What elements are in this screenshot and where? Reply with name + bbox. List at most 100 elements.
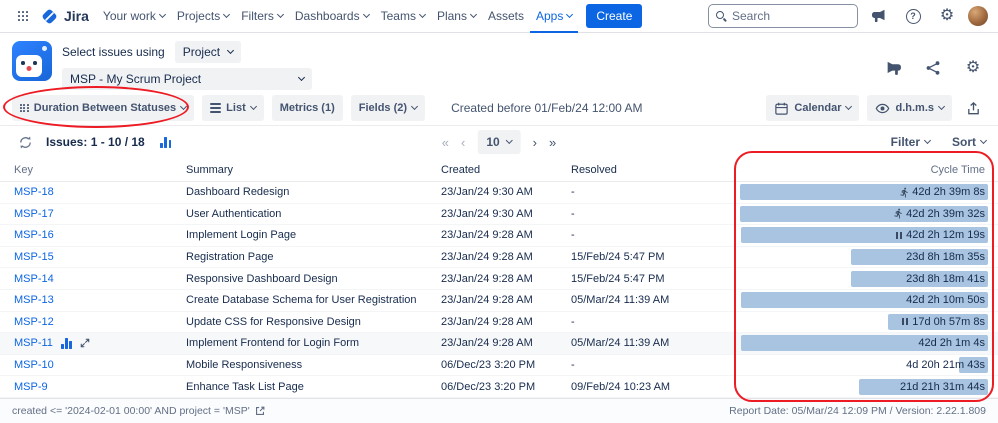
paused-status-icon (902, 318, 909, 326)
nav-item-label: Apps (535, 9, 564, 23)
nav-item-apps[interactable]: Apps (530, 0, 578, 33)
time-format-button[interactable]: d.h.m.s (867, 95, 952, 121)
project-dropdown[interactable]: MSP - My Scrum Project (62, 68, 312, 90)
issue-key-link[interactable]: MSP-11 (14, 337, 53, 349)
fields-button[interactable]: Fields (2) (350, 95, 426, 121)
issue-summary[interactable]: Enhance Task List Page (186, 381, 441, 393)
prev-page-button[interactable]: ‹ (461, 136, 465, 149)
column-header-resolved[interactable]: Resolved (571, 164, 723, 176)
list-icon (210, 102, 222, 114)
table-row[interactable]: MSP-18 Dashboard Redesign 23/Jan/24 9:30… (0, 182, 998, 204)
table-row[interactable]: MSP-12 Update CSS for Responsive Design … (0, 312, 998, 334)
filter-label: Filter (890, 135, 920, 149)
chevron-down-icon (227, 46, 235, 55)
issue-key-link[interactable]: MSP-17 (14, 208, 54, 220)
issue-key-link[interactable]: MSP-18 (14, 186, 54, 198)
grid-icon (20, 103, 29, 113)
create-button[interactable]: Create (586, 4, 643, 28)
filter-button[interactable]: Filter (890, 135, 932, 149)
nav-item-plans[interactable]: Plans (431, 0, 482, 33)
table-body: MSP-18 Dashboard Redesign 23/Jan/24 9:30… (0, 182, 998, 398)
table-row[interactable]: MSP-10 Mobile Responsiveness 06/Dec/23 3… (0, 355, 998, 377)
issue-summary[interactable]: Implement Login Page (186, 229, 441, 241)
cycle-time-value: 4d 20h 21m 43s (906, 359, 985, 372)
cycle-time-cell: 23d 8h 18m 41s (723, 268, 998, 289)
issue-summary[interactable]: Implement Frontend for Login Form (186, 337, 441, 349)
nav-item-projects[interactable]: Projects (171, 0, 235, 33)
table-row[interactable]: MSP-13 Create Database Schema for User R… (0, 290, 998, 312)
issue-summary[interactable]: Registration Page (186, 251, 441, 263)
nav-item-dashboards[interactable]: Dashboards (289, 0, 375, 33)
view-selector-button[interactable]: Duration Between Statuses (12, 95, 195, 121)
feedback-button[interactable] (880, 55, 906, 81)
expand-icon[interactable] (79, 337, 91, 349)
cycle-time-value: 42d 2h 1m 4s (918, 337, 985, 350)
issue-key-link[interactable]: MSP-14 (14, 273, 54, 285)
app-switcher-icon[interactable] (10, 3, 36, 29)
column-header-cycle-time[interactable]: Cycle Time (723, 158, 998, 181)
page-size-dropdown[interactable]: 10 (477, 130, 521, 154)
sort-label: Sort (952, 135, 976, 149)
bar-chart-icon[interactable] (60, 337, 72, 349)
chevron-down-icon (566, 10, 574, 19)
table-row[interactable]: MSP-15 Registration Page 23/Jan/24 9:28 … (0, 247, 998, 269)
issue-resolved: 15/Feb/24 5:47 PM (571, 272, 665, 285)
nav-item-your-work[interactable]: Your work (97, 0, 171, 33)
issue-summary[interactable]: Update CSS for Responsive Design (186, 316, 441, 328)
brand-name: Jira (64, 8, 89, 24)
issue-summary[interactable]: Mobile Responsiveness (186, 359, 441, 371)
table-row[interactable]: MSP-16 Implement Login Page 23/Jan/24 9:… (0, 225, 998, 247)
help-icon: ? (905, 8, 921, 24)
running-status-icon (894, 209, 902, 219)
issues-table: Key Summary Created Resolved Cycle Time … (0, 158, 998, 398)
issue-summary[interactable]: Responsive Dashboard Design (186, 273, 441, 285)
table-row[interactable]: MSP-14 Responsive Dashboard Design 23/Ja… (0, 268, 998, 290)
avatar[interactable] (968, 6, 988, 26)
issue-key-link[interactable]: MSP-16 (14, 229, 54, 241)
export-button[interactable] (960, 95, 986, 121)
app-settings-button[interactable]: ⚙ (960, 55, 986, 81)
nav-item-filters[interactable]: Filters (235, 0, 289, 33)
external-link-icon[interactable] (254, 405, 266, 417)
issue-key-link[interactable]: MSP-12 (14, 316, 54, 328)
list-view-button[interactable]: List (202, 95, 264, 121)
issue-key-link[interactable]: MSP-10 (14, 359, 54, 371)
table-row[interactable]: MSP-9 Enhance Task List Page 06/Dec/23 3… (0, 376, 998, 398)
column-header-key[interactable]: Key (0, 164, 186, 176)
search-input[interactable] (732, 9, 851, 23)
table-row[interactable]: MSP-17 User Authentication 23/Jan/24 9:3… (0, 204, 998, 226)
issue-summary[interactable]: Dashboard Redesign (186, 186, 441, 198)
refresh-button[interactable] (12, 129, 38, 155)
announcements-icon[interactable] (866, 3, 892, 29)
column-header-created[interactable]: Created (441, 164, 571, 176)
issue-key-link[interactable]: MSP-13 (14, 294, 54, 306)
cycle-time-value: 42d 2h 39m 32s (906, 207, 985, 220)
issue-summary[interactable]: User Authentication (186, 208, 441, 220)
cycle-time-value: 42d 2h 39m 8s (912, 186, 985, 199)
nav-item-teams[interactable]: Teams (375, 0, 431, 33)
page-size-value: 10 (486, 135, 500, 149)
next-page-button[interactable]: › (533, 136, 537, 149)
nav-item-assets[interactable]: Assets (482, 0, 530, 33)
select-type-dropdown[interactable]: Project (174, 41, 242, 63)
calendar-button[interactable]: Calendar (766, 95, 860, 121)
chart-view-toggle[interactable] (153, 129, 179, 155)
chevron-down-icon (362, 10, 370, 19)
column-header-summary[interactable]: Summary (186, 164, 441, 176)
issue-key-link[interactable]: MSP-15 (14, 251, 54, 263)
sort-button[interactable]: Sort (952, 135, 988, 149)
jira-logo-icon (42, 9, 57, 23)
settings-button[interactable]: ⚙ (934, 3, 960, 29)
paused-status-icon (896, 231, 903, 239)
chevron-down-icon (979, 136, 988, 145)
first-page-button[interactable]: « (442, 136, 449, 149)
metrics-button[interactable]: Metrics (1) (271, 95, 343, 121)
issue-summary[interactable]: Create Database Schema for User Registra… (186, 294, 441, 306)
table-row[interactable]: MSP-11 Implement Frontend for Login Form… (0, 333, 998, 355)
jira-logo[interactable]: Jira (40, 7, 89, 26)
last-page-button[interactable]: » (549, 136, 556, 149)
issue-key-link[interactable]: MSP-9 (14, 381, 48, 393)
list-view-label: List (226, 102, 246, 114)
help-button[interactable]: ? (900, 3, 926, 29)
share-button[interactable] (920, 55, 946, 81)
